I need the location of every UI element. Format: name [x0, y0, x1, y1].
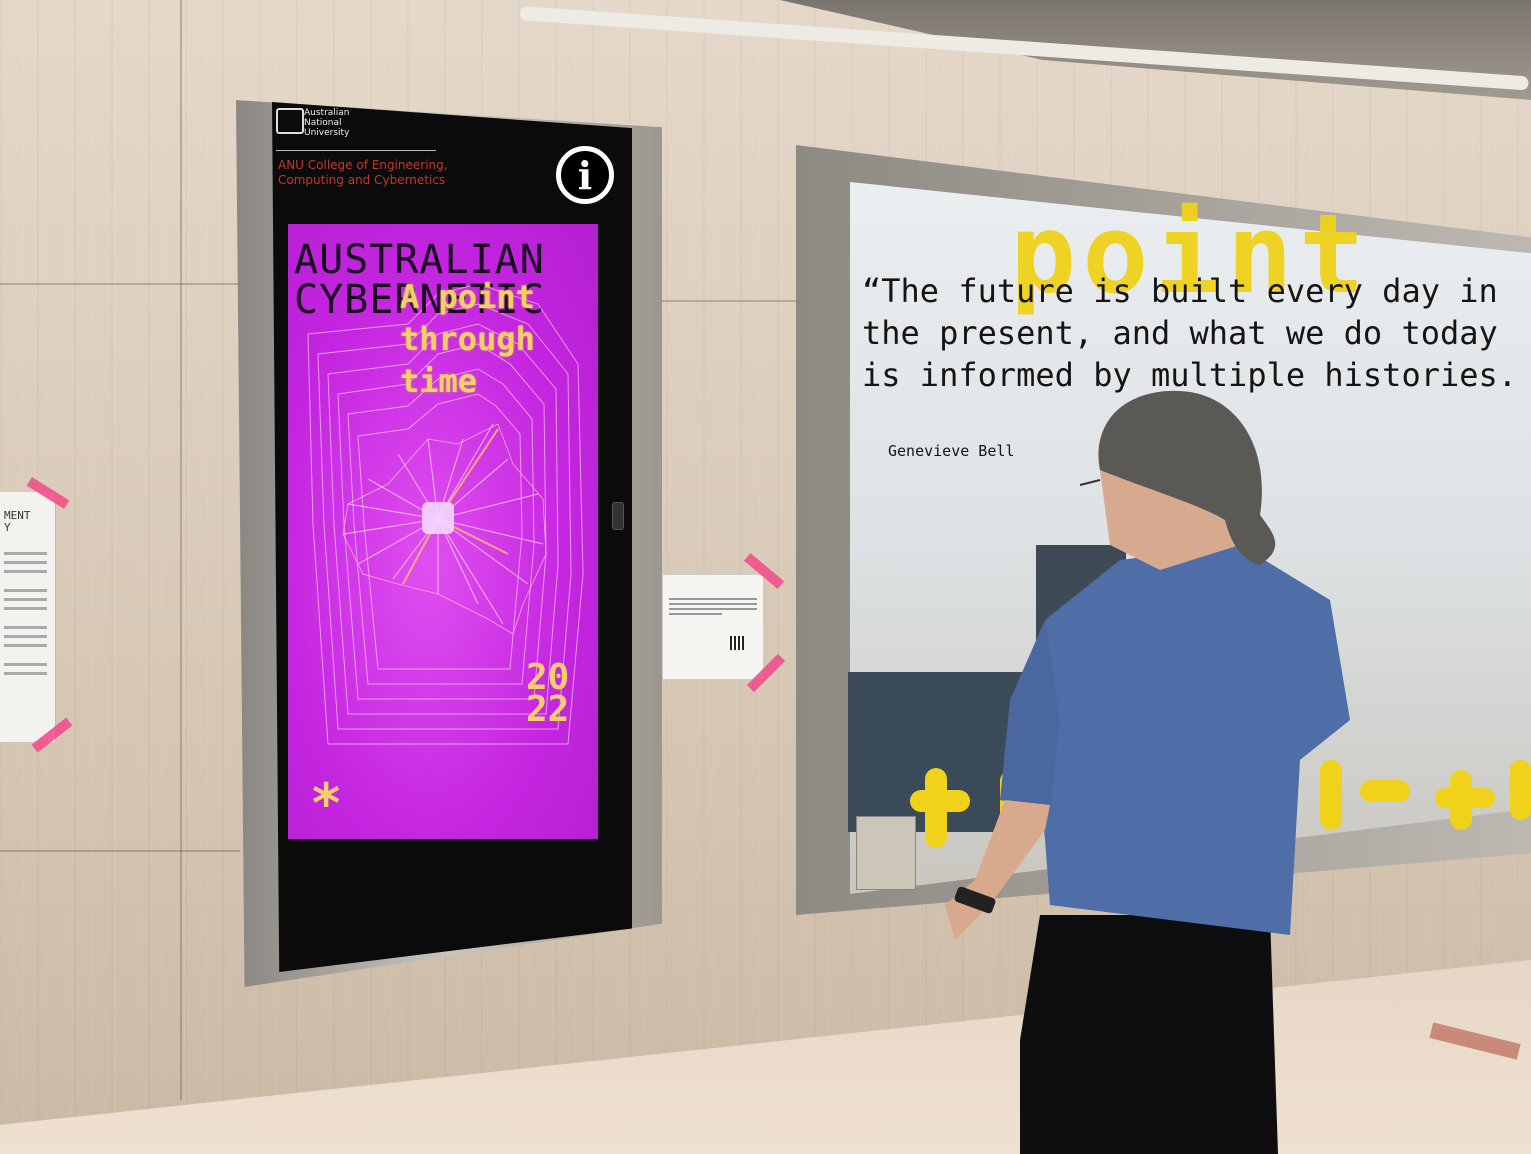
visitor-person [945, 390, 1350, 1154]
